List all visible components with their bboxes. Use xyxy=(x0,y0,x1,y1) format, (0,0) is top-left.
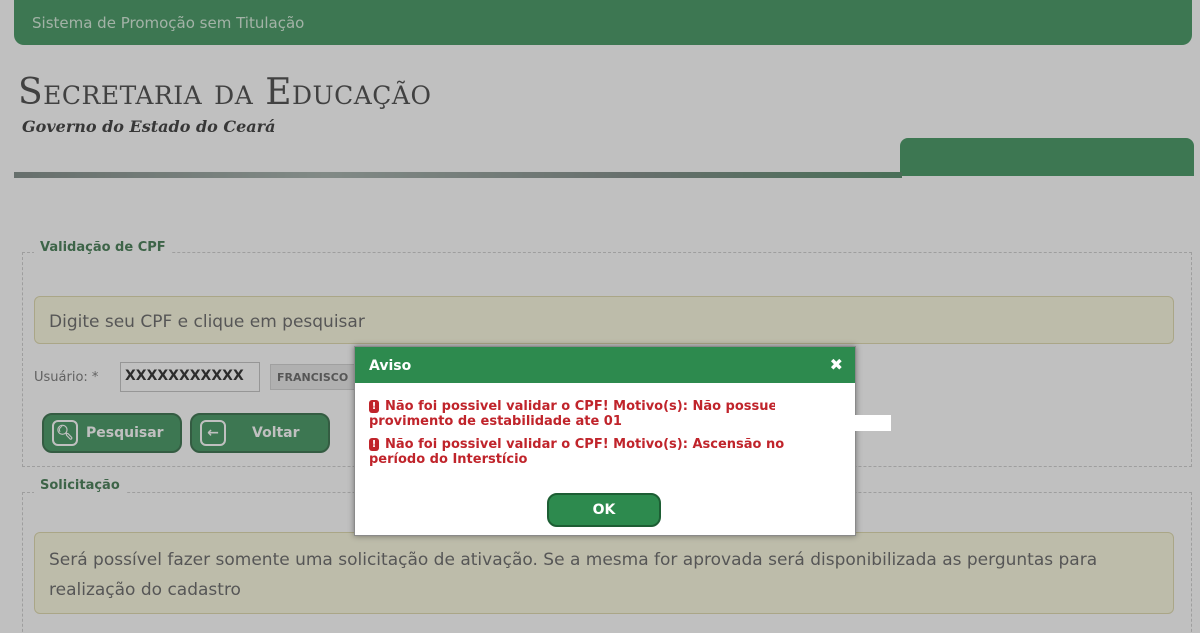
dialog-header: Aviso ✖ xyxy=(355,347,855,383)
ok-button[interactable]: OK xyxy=(547,493,661,527)
error-message: ! Não foi possivel validar o CPF! Motivo(… xyxy=(369,399,839,429)
error-message-text: Não foi possivel validar o CPF! Motivo(s… xyxy=(369,399,791,429)
error-message: ! Não foi possivel validar o CPF! Motivo(… xyxy=(369,437,839,467)
modal-overlay xyxy=(0,0,1200,633)
dialog-title: Aviso xyxy=(369,358,412,374)
redacted-area xyxy=(775,415,891,431)
close-icon[interactable]: ✖ xyxy=(830,355,843,374)
error-icon: ! xyxy=(369,438,379,451)
error-message-text: Não foi possivel validar o CPF! Motivo(s… xyxy=(369,437,785,467)
error-icon: ! xyxy=(369,400,379,413)
alert-dialog: Aviso ✖ ! Não foi possivel validar o CPF!… xyxy=(354,346,891,536)
redacted-area xyxy=(775,399,827,413)
